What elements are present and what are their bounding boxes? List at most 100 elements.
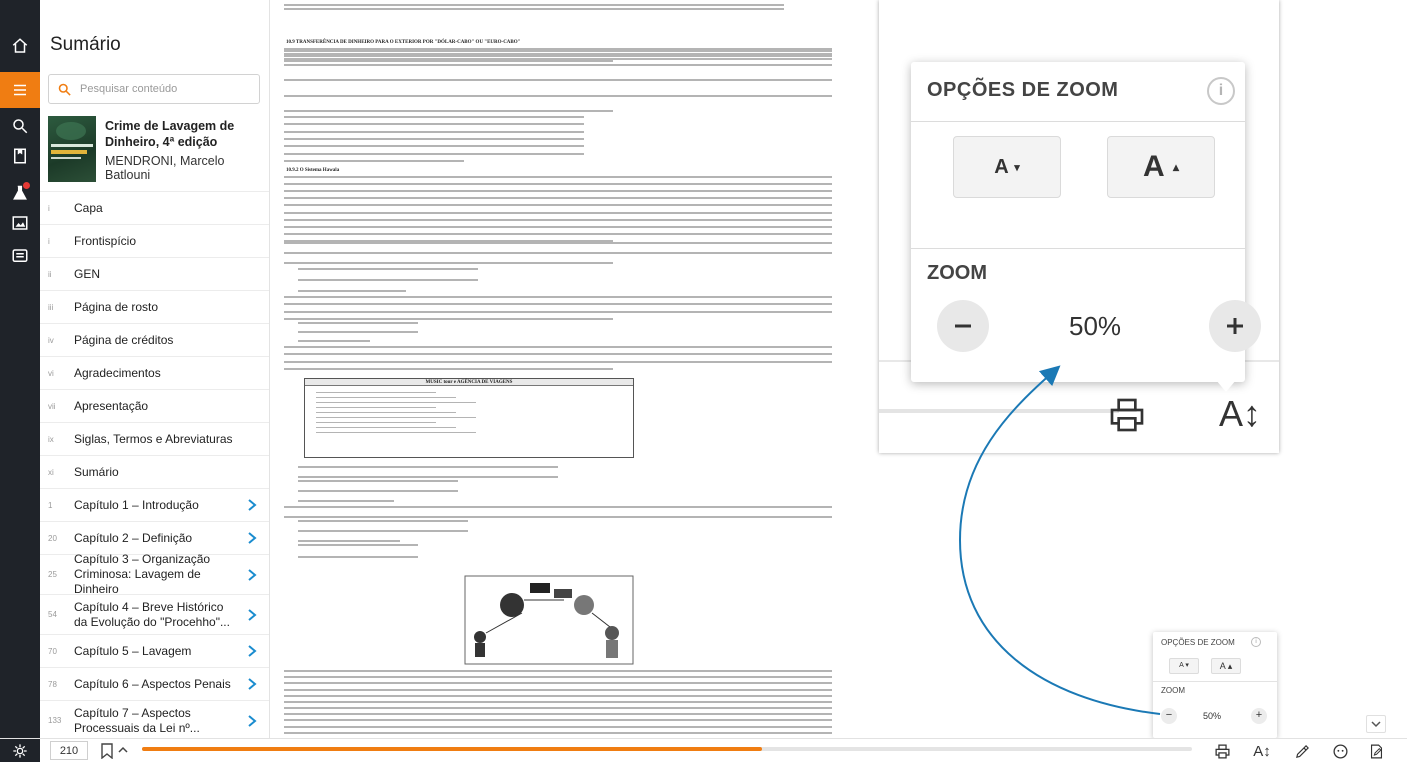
search-box[interactable] [48, 74, 260, 104]
doc-text-line [284, 346, 832, 348]
chevron-right-icon[interactable] [245, 677, 259, 691]
page-number-input[interactable] [50, 741, 88, 760]
toc-item[interactable]: 1 Capítulo 1 – Introdução [40, 488, 269, 521]
decrease-font-button[interactable]: A ▾ [1169, 658, 1199, 674]
zoom-in-button[interactable]: + [1251, 708, 1267, 724]
chevron-right-icon[interactable] [245, 568, 259, 582]
zoom-in-button-large[interactable] [1209, 300, 1261, 352]
doc-text-line [298, 500, 394, 502]
images-button[interactable] [0, 205, 40, 241]
toc-item[interactable]: 78 Capítulo 6 – Aspectos Penais [40, 667, 269, 700]
doc-box-line [316, 417, 476, 418]
zoom-callout: OPÇÕES DE ZOOM i A ▾ A ▴ ZOOM 50% A↕ [879, 0, 1279, 453]
doc-text-line [284, 296, 832, 298]
increase-font-button[interactable]: A ▴ [1211, 658, 1241, 674]
doc-text-line [298, 331, 418, 333]
zoom-popup-title: OPÇÕES DE ZOOM [1161, 638, 1235, 647]
reading-progress-bar[interactable] [142, 747, 1192, 751]
doc-text-line [284, 725, 832, 728]
doc-text-line [284, 360, 832, 363]
bookmarks-button[interactable] [0, 138, 40, 174]
zoom-label-large: ZOOM [927, 262, 987, 284]
print-icon [1110, 398, 1144, 432]
chevron-right-icon[interactable] [245, 608, 259, 622]
toc-item-label: Frontispício [74, 233, 137, 248]
toc-item[interactable]: 25 Capítulo 3 – Organização Criminosa: La… [40, 552, 269, 596]
chevron-right-icon[interactable] [245, 714, 259, 728]
doc-text-line [284, 183, 832, 186]
doc-text-line [284, 8, 784, 10]
doc-heading-2: 10.9.2 O Sistema Hawala [286, 168, 340, 173]
zoom-options-popup: OPÇÕES DE ZOOM i A ▾ A ▴ ZOOM − 50% + [1153, 632, 1277, 738]
toc-item[interactable]: i Frontispício [40, 224, 269, 257]
toc-item[interactable]: ii GEN [40, 257, 269, 290]
search-input[interactable] [80, 83, 250, 95]
doc-box-line [316, 402, 476, 403]
doc-text-line [284, 700, 832, 703]
toc-item[interactable]: 133 Capítulo 7 – Aspectos Processuais da … [40, 700, 269, 738]
sidebar-title: Sumário [50, 34, 121, 55]
home-icon [12, 38, 28, 53]
zoom-out-button-large[interactable] [937, 300, 989, 352]
help-button[interactable] [1330, 741, 1350, 761]
doc-text-line [284, 516, 832, 518]
toc-item[interactable]: i Capa [40, 191, 269, 224]
increase-font-label-large: A [1142, 150, 1165, 183]
toc-item[interactable]: 54 Capítulo 4 – Breve Histórico da Evoluç… [40, 594, 269, 634]
doc-text-line [284, 116, 584, 118]
doc-box-line [316, 422, 436, 423]
toc-item-page: xi [48, 467, 54, 477]
book-card[interactable]: Crime de Lavagem de Dinheiro, 4ª edição … [48, 116, 262, 186]
bookmark-page-icon[interactable] [100, 743, 114, 759]
chevron-right-icon[interactable] [245, 531, 259, 545]
toc-item-label: Capítulo 2 – Definição [74, 530, 193, 545]
notes-button[interactable] [0, 238, 40, 274]
zoom-out-button[interactable]: − [1161, 708, 1177, 724]
decrease-font-button-large[interactable]: A ▾ [953, 136, 1061, 198]
toc-item[interactable]: vii Apresentação [40, 389, 269, 422]
chevron-right-icon[interactable] [245, 644, 259, 658]
toc-item-label: Página de créditos [74, 332, 174, 347]
toc-item[interactable]: xi Sumário [40, 455, 269, 488]
toc-item[interactable]: 70 Capítulo 5 – Lavagem [40, 634, 269, 667]
toc-item[interactable]: vi Agradecimentos [40, 356, 269, 389]
doc-text-line [284, 145, 584, 148]
settings-button[interactable] [0, 739, 40, 762]
doc-text-line [284, 232, 832, 235]
help-icon [1332, 743, 1348, 759]
font-size-button[interactable]: A↕ [1250, 741, 1274, 761]
home-button[interactable] [0, 28, 40, 64]
toc-item[interactable]: 20 Capítulo 2 – Definição [40, 521, 269, 554]
doc-text-line [284, 225, 832, 228]
edit-note-icon [1370, 744, 1382, 758]
print-button[interactable] [1212, 741, 1232, 761]
book-cover [48, 116, 96, 182]
info-icon[interactable]: i [1251, 637, 1261, 647]
doc-box-title: MUSIC tour e AGÊNCIA DE VIAGENS [305, 379, 633, 386]
toc-item-page: iii [48, 302, 54, 312]
toc-item-page: 1 [48, 500, 53, 510]
collapse-button[interactable] [1366, 715, 1386, 733]
toc-item-label: Capítulo 5 – Lavagem [74, 643, 192, 658]
toc-item[interactable]: ix Siglas, Termos e Abreviaturas [40, 422, 269, 455]
toc-item-page: 20 [48, 533, 57, 543]
decrease-font-label: A [1179, 662, 1184, 669]
toc-item-page: i [48, 203, 50, 213]
toc-list: i Capa i Frontispício ii GEN iii Página de rost… [40, 191, 269, 738]
caret-up-icon[interactable] [118, 744, 128, 756]
toc-item[interactable]: iv Página de créditos [40, 323, 269, 356]
toc-button[interactable] [0, 72, 40, 108]
chevron-right-icon[interactable] [245, 498, 259, 512]
doc-text-line [284, 713, 832, 716]
doc-text-line [284, 79, 832, 82]
image-icon [12, 216, 28, 230]
increase-font-button-large[interactable]: A ▴ [1107, 136, 1215, 198]
toc-item-page: 78 [48, 679, 57, 689]
doc-box-line [316, 432, 476, 433]
highlight-button[interactable] [1292, 741, 1312, 761]
notes-edit-button[interactable] [1366, 741, 1386, 761]
info-icon[interactable]: i [1207, 77, 1235, 105]
toc-item-label: Agradecimentos [74, 365, 161, 380]
doc-text-line [284, 242, 832, 244]
toc-item[interactable]: iii Página de rosto [40, 290, 269, 323]
